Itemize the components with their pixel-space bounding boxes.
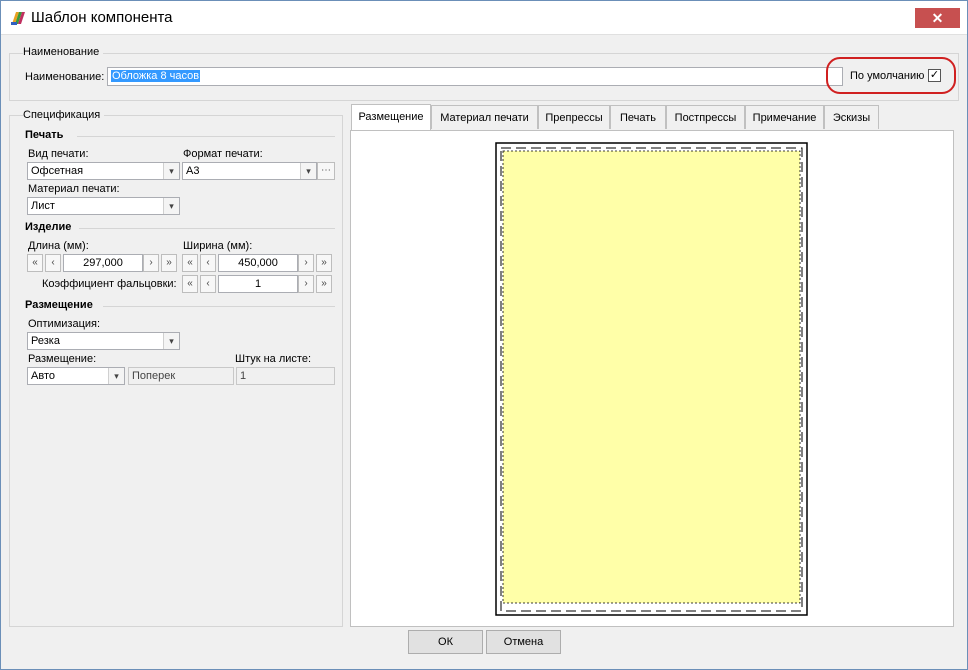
fold-last-button[interactable]: » bbox=[316, 275, 332, 293]
ok-button[interactable]: ОК bbox=[408, 630, 483, 654]
fold-prev-button[interactable]: ‹ bbox=[200, 275, 216, 293]
per-sheet-label: Штук на листе: bbox=[235, 353, 312, 365]
double-chevron-right-icon: » bbox=[321, 257, 327, 268]
material-value: Лист bbox=[31, 200, 55, 212]
optimization-value: Резка bbox=[31, 335, 60, 347]
chevron-left-icon: ‹ bbox=[206, 278, 210, 289]
tab-placement[interactable]: Размещение bbox=[351, 104, 431, 130]
width-first-button[interactable]: « bbox=[182, 254, 198, 272]
name-group-title: Наименование bbox=[23, 46, 104, 58]
width-last-button[interactable]: » bbox=[316, 254, 332, 272]
chevron-right-icon: › bbox=[304, 278, 308, 289]
double-chevron-left-icon: « bbox=[187, 278, 193, 289]
print-format-value: А3 bbox=[186, 165, 200, 177]
orientation-field: Поперек bbox=[128, 367, 234, 385]
sheet-preview bbox=[495, 142, 808, 616]
name-label: Наименование: bbox=[25, 71, 105, 83]
chevron-down-icon[interactable]: ▾ bbox=[108, 368, 124, 384]
per-sheet-field: 1 bbox=[236, 367, 335, 385]
placement-section-header: Размещение bbox=[25, 299, 93, 311]
cancel-button[interactable]: Отмена bbox=[486, 630, 561, 654]
double-chevron-left-icon: « bbox=[32, 257, 38, 268]
material-label: Материал печати: bbox=[28, 183, 120, 195]
width-prev-button[interactable]: ‹ bbox=[200, 254, 216, 272]
name-input-value: Обложка 8 часов bbox=[111, 70, 201, 82]
fold-label: Коэффициент фальцовки: bbox=[42, 278, 177, 290]
print-format-label: Формат печати: bbox=[183, 148, 263, 160]
tab-print-material[interactable]: Материал печати bbox=[431, 105, 538, 129]
sheet-printable-area bbox=[503, 151, 800, 603]
chevron-down-icon[interactable]: ▾ bbox=[300, 163, 316, 179]
default-checkbox[interactable]: ✓ bbox=[928, 69, 941, 82]
print-type-combo[interactable]: Офсетная ▾ bbox=[27, 162, 180, 180]
chevron-left-icon: ‹ bbox=[51, 257, 55, 268]
dialog-window: Шаблон компонента ✕ Наименование Наимено… bbox=[0, 0, 968, 670]
placement-tab-panel bbox=[350, 130, 954, 627]
optimization-combo[interactable]: Резка ▾ bbox=[27, 332, 180, 350]
fold-first-button[interactable]: « bbox=[182, 275, 198, 293]
print-type-label: Вид печати: bbox=[28, 148, 89, 160]
double-chevron-right-icon: » bbox=[166, 257, 172, 268]
print-format-combo[interactable]: А3 ▾ bbox=[182, 162, 317, 180]
length-label: Длина (мм): bbox=[28, 240, 89, 252]
chevron-down-icon[interactable]: ▾ bbox=[163, 333, 179, 349]
width-next-button[interactable]: › bbox=[298, 254, 314, 272]
chevron-right-icon: › bbox=[304, 257, 308, 268]
tab-strip: Размещение Материал печати Препрессы Печ… bbox=[351, 104, 959, 131]
print-format-browse-button[interactable]: ⋯ bbox=[317, 162, 335, 180]
spec-group-title: Спецификация bbox=[23, 109, 105, 121]
length-first-button[interactable]: « bbox=[27, 254, 43, 272]
chevron-down-icon[interactable]: ▾ bbox=[163, 198, 179, 214]
placement-section-divider bbox=[103, 306, 335, 307]
tab-sketches[interactable]: Эскизы bbox=[824, 105, 879, 129]
optimization-label: Оптимизация: bbox=[28, 318, 101, 330]
product-section-header: Изделие bbox=[25, 221, 72, 233]
double-chevron-left-icon: « bbox=[187, 257, 193, 268]
width-label: Ширина (мм): bbox=[183, 240, 253, 252]
fold-input[interactable]: 1 bbox=[218, 275, 298, 293]
chevron-down-icon[interactable]: ▾ bbox=[163, 163, 179, 179]
name-input[interactable]: Обложка 8 часов bbox=[107, 67, 843, 86]
ellipsis-icon: ⋯ bbox=[321, 165, 331, 176]
product-section-divider bbox=[79, 228, 335, 229]
chevron-right-icon: › bbox=[149, 257, 153, 268]
length-last-button[interactable]: » bbox=[161, 254, 177, 272]
material-combo[interactable]: Лист ▾ bbox=[27, 197, 180, 215]
double-chevron-right-icon: » bbox=[321, 278, 327, 289]
length-prev-button[interactable]: ‹ bbox=[45, 254, 61, 272]
placement-combo[interactable]: Авто ▾ bbox=[27, 367, 125, 385]
tab-print[interactable]: Печать bbox=[610, 105, 666, 129]
width-input[interactable]: 450,000 bbox=[218, 254, 298, 272]
tab-postpress[interactable]: Постпрессы bbox=[666, 105, 745, 129]
close-button[interactable]: ✕ bbox=[915, 8, 960, 28]
fold-next-button[interactable]: › bbox=[298, 275, 314, 293]
chevron-left-icon: ‹ bbox=[206, 257, 210, 268]
tab-notes[interactable]: Примечание bbox=[745, 105, 824, 129]
length-input[interactable]: 297,000 bbox=[63, 254, 143, 272]
print-section-header: Печать bbox=[25, 129, 64, 141]
window-title: Шаблон компонента bbox=[31, 9, 173, 26]
length-next-button[interactable]: › bbox=[143, 254, 159, 272]
title-bar[interactable]: Шаблон компонента ✕ bbox=[1, 1, 967, 35]
close-icon: ✕ bbox=[931, 10, 944, 26]
default-label: По умолчанию bbox=[850, 70, 925, 82]
check-icon: ✓ bbox=[929, 69, 940, 81]
dialog-content: Наименование Наименование: Обложка 8 час… bbox=[9, 43, 959, 665]
placement-label: Размещение: bbox=[28, 353, 97, 365]
tab-prepress[interactable]: Препрессы bbox=[538, 105, 610, 129]
print-type-value: Офсетная bbox=[31, 165, 84, 177]
print-section-divider bbox=[77, 136, 335, 137]
palette-icon bbox=[11, 12, 25, 25]
placement-value: Авто bbox=[31, 370, 55, 382]
